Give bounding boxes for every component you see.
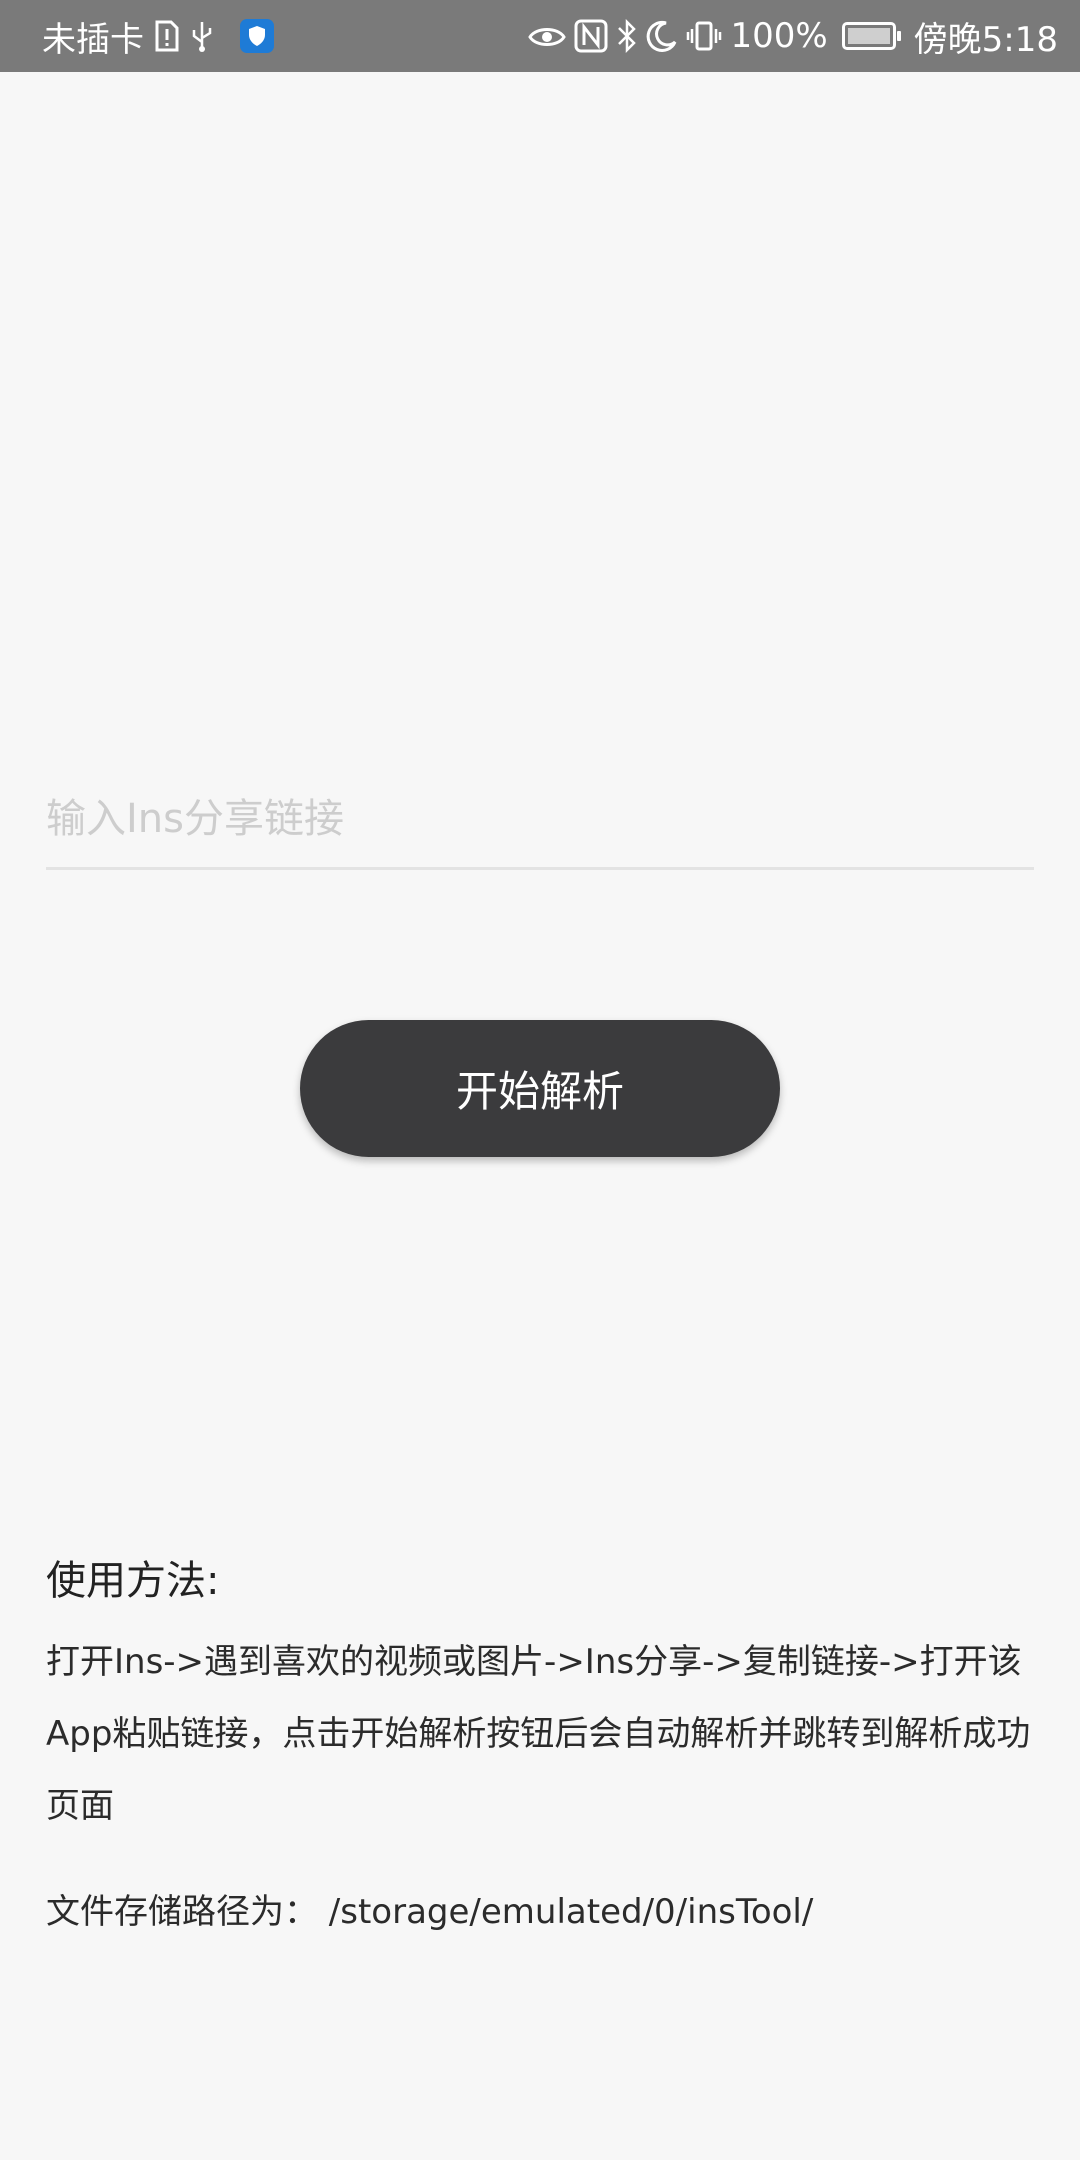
vibrate-icon — [686, 20, 722, 52]
start-parse-button[interactable]: 开始解析 — [300, 1020, 780, 1157]
battery-percentage: 100% — [730, 16, 828, 56]
bluetooth-icon — [616, 19, 638, 53]
shield-app-icon — [240, 19, 274, 53]
battery-charging-icon — [841, 22, 901, 50]
usage-title: 使用方法: — [46, 1558, 220, 1604]
share-link-input[interactable] — [46, 770, 1034, 870]
eye-comfort-icon — [528, 23, 567, 49]
usb-icon — [190, 20, 214, 52]
status-bar-left: 未插卡 — [42, 12, 274, 61]
status-bar-right: 100% 傍晚5:18 — [528, 12, 1058, 61]
storage-path-text: 文件存储路径为： /storage/emulated/0/insTool/ — [46, 1892, 814, 1932]
carrier-label: 未插卡 — [42, 19, 144, 60]
sim-alert-icon — [154, 20, 180, 52]
do-not-disturb-icon — [646, 20, 678, 52]
clock: 傍晚5:18 — [913, 19, 1058, 60]
status-bar: 未插卡 100% 傍晚5:18 — [0, 0, 1080, 72]
nfc-icon — [574, 19, 608, 53]
usage-instructions: 打开Ins->遇到喜欢的视频或图片->Ins分享->复制链接->打开该App粘贴… — [46, 1642, 1031, 1826]
